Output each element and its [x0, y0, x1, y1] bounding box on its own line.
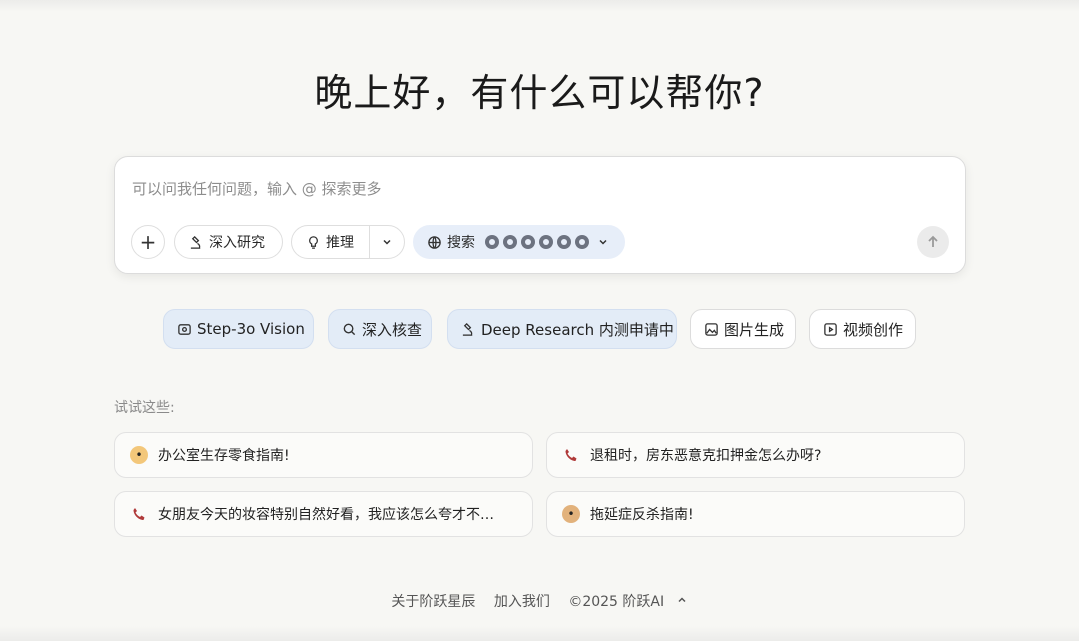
- greeting-title: 晚上好，有什么可以帮你?: [314, 71, 765, 115]
- reason-button[interactable]: 推理: [292, 226, 370, 258]
- suggestion-text: 退租时，房东恶意克扣押金怎么办呀?: [590, 448, 822, 464]
- chip-label: 图片生成: [724, 320, 785, 339]
- chip-label: 视频创作: [843, 320, 904, 339]
- suggestion-card[interactable]: • 办公室生存零食指南!: [114, 432, 533, 478]
- reason-dropdown-button[interactable]: [370, 226, 404, 258]
- image-icon: [703, 321, 719, 337]
- join-link[interactable]: 加入我们: [494, 594, 550, 610]
- search-label: 搜索: [447, 235, 475, 251]
- plus-icon: +: [139, 230, 157, 254]
- chip-step3o-vision[interactable]: Step-3o Vision: [163, 309, 314, 349]
- feature-chips: Step-3o Vision 深入核查 Deep Research 内测申请中 …: [0, 309, 1079, 349]
- chip-label: Step-3o Vision: [197, 320, 305, 338]
- vision-icon: [176, 321, 192, 337]
- chip-deep-research[interactable]: Deep Research 内测申请中: [447, 309, 677, 349]
- microscope-icon: [188, 234, 204, 250]
- globe-icon: [426, 234, 442, 250]
- composer: + 深入研究 推理 搜索: [114, 156, 966, 274]
- deep-research-label: 深入研究: [209, 235, 265, 251]
- about-link[interactable]: 关于阶跃星辰: [391, 594, 475, 610]
- top-edge: [0, 0, 1079, 12]
- copyright: ©2025 阶跃AI: [568, 594, 665, 610]
- phone-icon: [562, 446, 580, 464]
- chevron-down-icon: [383, 239, 391, 245]
- suggestion-text: 女朋友今天的妆容特别自然好看，我应该怎么夸才不…: [158, 507, 494, 523]
- arrow-up-icon: [928, 235, 938, 247]
- suggestion-text: 拖延症反杀指南!: [590, 507, 694, 523]
- chat-input[interactable]: [132, 177, 932, 201]
- source-news-icon: [557, 235, 571, 249]
- bottom-edge: [0, 626, 1079, 641]
- try-these-label: 试试这些:: [114, 400, 175, 416]
- suggestion-card[interactable]: • 拖延症反杀指南!: [546, 491, 965, 537]
- attach-button[interactable]: +: [131, 225, 165, 259]
- chevron-up-icon[interactable]: [676, 594, 688, 610]
- chip-video-create[interactable]: 视频创作: [809, 309, 916, 349]
- phone-icon: [130, 505, 148, 523]
- deep-research-button[interactable]: 深入研究: [174, 225, 283, 259]
- suggestion-card[interactable]: 女朋友今天的妆容特别自然好看，我应该怎么夸才不…: [114, 491, 533, 537]
- footer: 关于阶跃星辰 加入我们 ©2025 阶跃AI: [0, 591, 1079, 611]
- search-toggle-button[interactable]: 搜索: [413, 225, 625, 259]
- chip-deep-verify[interactable]: 深入核查: [328, 309, 432, 349]
- source-more-icon: [575, 235, 589, 249]
- chip-label: Deep Research 内测申请中: [481, 320, 674, 339]
- video-icon: [822, 321, 838, 337]
- magnifier-icon: [341, 321, 357, 337]
- lightbulb-icon: [305, 234, 321, 250]
- source-web-icon: [485, 235, 499, 249]
- reason-label: 推理: [326, 235, 354, 251]
- chevron-down-icon: [599, 239, 607, 245]
- chip-label: 深入核查: [362, 320, 423, 339]
- suggestion-card[interactable]: 退租时，房东恶意克扣押金怎么办呀?: [546, 432, 965, 478]
- cookie-face-icon: •: [562, 505, 580, 523]
- chip-image-gen[interactable]: 图片生成: [690, 309, 796, 349]
- source-academic-icon: [521, 235, 535, 249]
- suggestion-text: 办公室生存零食指南!: [158, 448, 290, 464]
- reason-group: 推理: [291, 225, 405, 259]
- source-gov-icon: [539, 235, 553, 249]
- source-finance-icon: [503, 235, 517, 249]
- microscope-icon: [460, 321, 476, 337]
- send-button[interactable]: [917, 226, 949, 258]
- food-face-icon: •: [130, 446, 148, 464]
